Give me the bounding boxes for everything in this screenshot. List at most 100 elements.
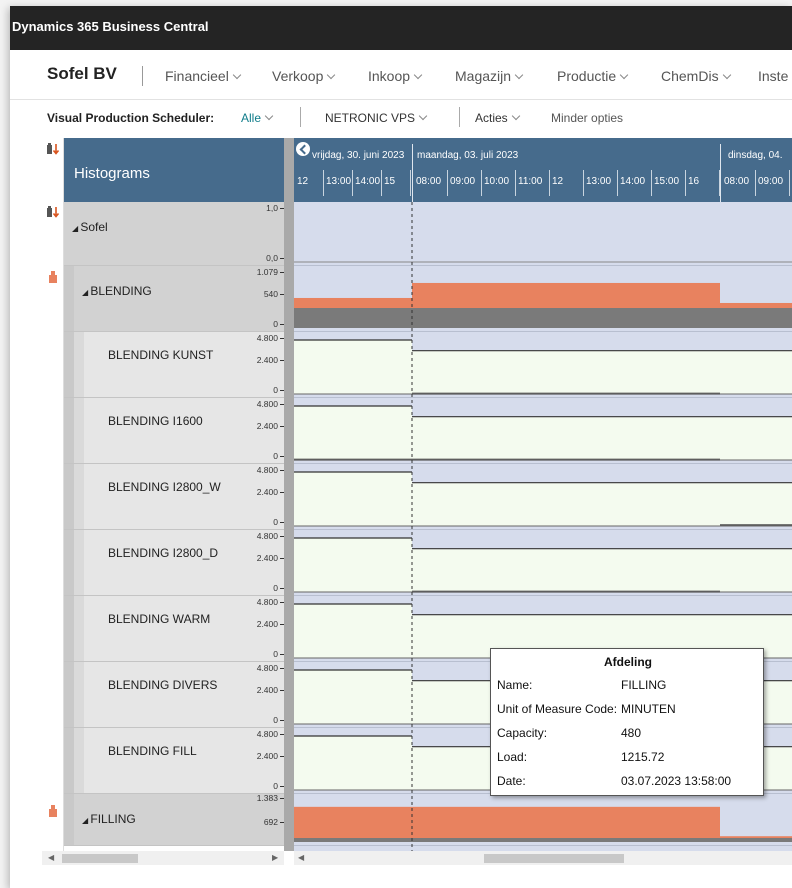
axis-tick-label: 0,0 (266, 253, 278, 263)
resource-label[interactable]: ◢ FILLING (82, 812, 136, 826)
sort-icon[interactable] (46, 205, 60, 219)
resource-name: Sofel (80, 220, 108, 234)
nav-item-label: Verkoop (272, 68, 324, 84)
free-capacity-area (294, 340, 412, 394)
axis-tick-label: 0 (273, 781, 278, 791)
indent-guide (74, 662, 84, 727)
indent-guide (64, 332, 74, 397)
resource-label[interactable]: BLENDING WARM (108, 612, 210, 626)
resource-group-icon[interactable] (46, 270, 60, 284)
day-label-monday: maandag, 03. juli 2023 (417, 150, 519, 161)
timeline-scrollbar[interactable]: ◀ (294, 851, 792, 865)
axis-tick-label: 0 (273, 385, 278, 395)
resource-row[interactable]: BLENDING FILL 4.800 2.400 0 (64, 728, 284, 794)
chevron-down-icon (722, 70, 731, 80)
axis-tick-label: 0 (273, 649, 278, 659)
row-panel-scrollbar[interactable]: ◀ ▶ (42, 851, 284, 865)
indent-guide (74, 596, 84, 661)
tooltip-value: 1215.72 (621, 750, 665, 764)
axis-tick-label: 4.800 (256, 729, 278, 739)
company-name[interactable]: Sofel BV (47, 64, 117, 84)
axis-tick-label: 1,0 (266, 203, 278, 213)
day-separator (412, 144, 413, 202)
tooltip-value: 480 (621, 726, 642, 740)
app-title[interactable]: Dynamics 365 Business Central (12, 19, 209, 34)
axis-tick-label: 0 (273, 715, 278, 725)
axis-tick-label: 4.800 (256, 399, 278, 409)
resource-row[interactable]: BLENDING I2800_D 4.800 2.400 0 (64, 530, 284, 596)
free-capacity-area (720, 482, 792, 526)
resource-label[interactable]: BLENDING I2800_D (108, 546, 218, 560)
resource-row[interactable]: ◢ FILLING 1.383 692 (64, 793, 284, 846)
resource-label[interactable]: ◢ BLENDING (82, 284, 152, 298)
chevron-down-icon (232, 70, 242, 80)
day-label-tuesday: dinsdag, 04. (728, 150, 783, 161)
hour-separator (789, 170, 790, 196)
resource-row[interactable]: BLENDING I2800_W 4.800 2.400 0 (64, 464, 284, 530)
resource-name: BLENDING WARM (108, 612, 211, 626)
axis-tick-label: 0 (273, 583, 278, 593)
free-capacity-area (294, 736, 412, 790)
fewer-options-button[interactable]: Minder opties (551, 111, 623, 125)
free-capacity-area (412, 548, 720, 592)
indent-guide (64, 794, 74, 845)
chevron-down-icon (514, 70, 524, 80)
resource-label[interactable]: ◢ Sofel (72, 220, 108, 234)
nav-item-magazijn[interactable]: Magazijn (455, 68, 524, 84)
acties-menu[interactable]: Acties (475, 111, 520, 125)
resource-label[interactable]: BLENDING FILL (108, 744, 197, 758)
nav-separator (142, 66, 143, 86)
nav-item-instellingen[interactable]: Inste (758, 68, 788, 84)
resource-row[interactable]: ◢ BLENDING 1.079 540 0 (64, 266, 284, 332)
resource-row[interactable]: BLENDING WARM 4.800 2.400 0 (64, 596, 284, 662)
resource-label[interactable]: BLENDING KUNST (108, 348, 213, 362)
nav-item-verkoop[interactable]: Verkoop (272, 68, 336, 84)
resource-row[interactable]: ◢ Sofel 1,0 0,0 (64, 202, 284, 266)
free-capacity-area (294, 604, 412, 658)
panel-splitter[interactable] (284, 138, 294, 851)
free-capacity-area (294, 538, 412, 592)
chevron-down-icon (264, 111, 274, 121)
hour-separator (381, 170, 382, 196)
nav-item-label: Inste (758, 68, 789, 84)
chevron-down-icon (327, 70, 336, 80)
nav-item-chemdis[interactable]: ChemDis (661, 68, 731, 84)
hour-separator (352, 170, 353, 196)
resource-label[interactable]: BLENDING I1600 (108, 414, 203, 428)
histogram-tooltip: Afdeling Name: FILLING Unit of Measure C… (490, 648, 764, 796)
filter-dropdown[interactable]: Alle (241, 111, 274, 125)
chevron-down-icon (511, 111, 520, 121)
tooltip-key: Date: (497, 774, 526, 788)
resource-label[interactable]: BLENDING I2800_W (108, 480, 221, 494)
netronic-vps-menu[interactable]: NETRONIC VPS (325, 111, 428, 125)
nav-item-inkoop[interactable]: Inkoop (368, 68, 423, 84)
nav-item-financieel[interactable]: Financieel (165, 68, 242, 84)
resource-name: BLENDING I1600 (108, 414, 203, 428)
indent-guide (74, 530, 84, 595)
load-bar (412, 806, 720, 838)
sort-icon[interactable] (46, 142, 60, 156)
hour-separator (651, 170, 652, 196)
tooltip-value: 03.07.2023 13:58:00 (621, 774, 732, 788)
hour-label: 16 (688, 176, 700, 187)
resource-row[interactable]: BLENDING I1600 4.800 2.400 0 (64, 398, 284, 464)
histograms-title: Histograms (74, 165, 150, 182)
resource-group-icon[interactable] (46, 804, 60, 818)
scroll-back-icon[interactable] (296, 142, 310, 156)
scroll-right-icon[interactable]: ▶ (272, 853, 278, 862)
nav-item-label: Inkoop (368, 68, 411, 84)
scroll-left-icon[interactable]: ◀ (298, 853, 304, 862)
scroll-thumb[interactable] (62, 854, 138, 863)
resource-label[interactable]: BLENDING DIVERS (108, 678, 217, 692)
scroll-left-icon[interactable]: ◀ (48, 853, 54, 862)
resource-row[interactable]: BLENDING KUNST 4.800 2.400 0 (64, 332, 284, 398)
resource-name: BLENDING I2800_D (108, 546, 219, 560)
scroll-thumb[interactable] (484, 854, 624, 863)
tooltip-value: MINUTEN (621, 702, 676, 716)
nav-item-productie[interactable]: Productie (557, 68, 629, 84)
resource-name: BLENDING FILL (108, 744, 197, 758)
tooltip-key: Unit of Measure Code: (497, 702, 618, 716)
capacity-bar (720, 308, 792, 328)
action-separator (459, 107, 460, 127)
resource-row[interactable]: BLENDING DIVERS 4.800 2.400 0 (64, 662, 284, 728)
